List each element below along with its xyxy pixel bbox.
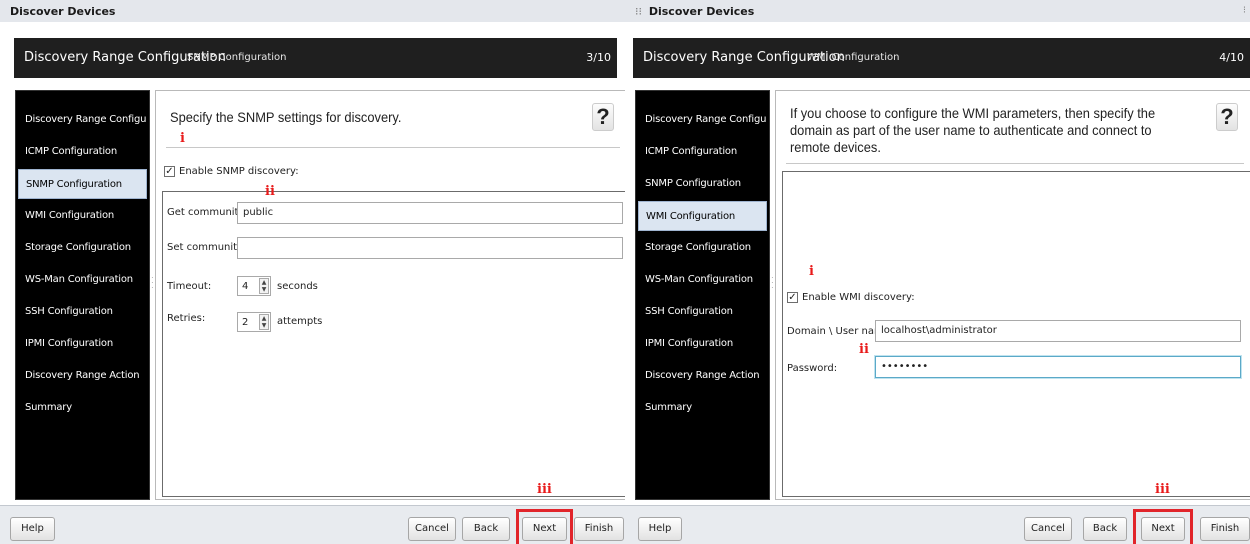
- password-label: Password:: [787, 363, 838, 374]
- title-divider: [786, 163, 1244, 164]
- nav-item-snmp-configuration[interactable]: SNMP Configuration: [638, 169, 767, 199]
- wmi-wizard-panel: ⁝⁝ Discover Devices ⁝ Discovery Range Co…: [625, 0, 1250, 544]
- drag-grip-icon[interactable]: ⁝⁝: [635, 5, 642, 18]
- enable-wmi-label: Enable WMI discovery:: [802, 292, 915, 303]
- back-button[interactable]: Back: [462, 517, 510, 541]
- annotation-marker-iii: iii: [1155, 482, 1170, 497]
- snmp-content-area: Specify the SNMP settings for discovery.…: [155, 90, 625, 500]
- set-community-label: Set community:: [167, 242, 246, 253]
- content-title: If you choose to configure the WMI param…: [790, 105, 1156, 155]
- enable-wmi-row[interactable]: ✓ Enable WMI discovery:: [787, 292, 915, 303]
- annotation-marker-iii: iii: [537, 482, 552, 497]
- nav-item-ipmi-configuration[interactable]: IPMI Configuration: [638, 329, 767, 359]
- nav-item-ipmi-configuration[interactable]: IPMI Configuration: [18, 329, 147, 359]
- set-community-input[interactable]: [237, 237, 623, 259]
- enable-snmp-checkbox[interactable]: ✓: [164, 166, 175, 177]
- wizard-header: Discovery Range Configuration SNMP Confi…: [14, 38, 617, 78]
- cancel-button[interactable]: Cancel: [408, 517, 456, 541]
- next-button-highlight: [1133, 509, 1193, 544]
- timeout-spinner[interactable]: 4 ▲ ▼: [237, 276, 271, 296]
- nav-item-storage-configuration[interactable]: Storage Configuration: [638, 233, 767, 263]
- timeout-value: 4: [242, 281, 249, 292]
- nav-item-icmp-configuration[interactable]: ICMP Configuration: [638, 137, 767, 167]
- nav-item-discovery-range-configuration[interactable]: Discovery Range Configuration: [638, 105, 767, 135]
- step-indicator: 3/10: [586, 51, 611, 64]
- step-indicator: 4/10: [1219, 51, 1244, 64]
- finish-button[interactable]: Finish: [574, 517, 624, 541]
- help-button[interactable]: Help: [10, 517, 55, 541]
- nav-item-ssh-configuration[interactable]: SSH Configuration: [638, 297, 767, 327]
- header-subtitle: WMI Configuration: [807, 52, 900, 63]
- wmi-content-area: If you choose to configure the WMI param…: [775, 90, 1250, 500]
- nav-item-summary[interactable]: Summary: [18, 393, 147, 423]
- nav-item-wmi-configuration[interactable]: WMI Configuration: [18, 201, 147, 231]
- help-question-icon[interactable]: ?: [1216, 103, 1238, 131]
- get-community-input[interactable]: public: [237, 202, 623, 224]
- timeout-label: Timeout:: [167, 281, 212, 292]
- enable-snmp-row[interactable]: ✓ Enable SNMP discovery:: [164, 166, 299, 177]
- retries-spinner[interactable]: 2 ▲ ▼: [237, 312, 271, 332]
- spinner-arrows-icon[interactable]: ▲ ▼: [259, 314, 269, 330]
- wizard-nav: Discovery Range Configuration ICMP Confi…: [15, 90, 150, 500]
- timeout-unit: seconds: [277, 281, 318, 292]
- wizard-header: Discovery Range Configuration WMI Config…: [633, 38, 1250, 78]
- retries-value: 2: [242, 317, 249, 328]
- spinner-arrows-icon[interactable]: ▲ ▼: [259, 278, 269, 294]
- wizard-footer: Help Cancel Back Next Finish iii: [0, 482, 625, 544]
- username-input[interactable]: localhost\administrator: [875, 320, 1241, 342]
- window-title-bar: ⁝⁝ Discover Devices ⁝: [625, 0, 1250, 22]
- wizard-footer: Help Cancel Back Next Finish iii: [625, 482, 1250, 544]
- nav-item-summary[interactable]: Summary: [638, 393, 767, 423]
- content-title: Specify the SNMP settings for discovery.: [170, 109, 402, 125]
- annotation-marker-i: i: [809, 264, 814, 279]
- enable-snmp-label: Enable SNMP discovery:: [179, 166, 299, 177]
- drag-grip-icon[interactable]: ⁝: [1243, 5, 1246, 16]
- password-input[interactable]: ••••••••: [875, 356, 1241, 378]
- wmi-settings-box: i ✓ Enable WMI discovery: Domain \ User …: [782, 171, 1250, 497]
- nav-item-ssh-configuration[interactable]: SSH Configuration: [18, 297, 147, 327]
- nav-item-wsman-configuration[interactable]: WS-Man Configuration: [18, 265, 147, 295]
- nav-item-discovery-range-action[interactable]: Discovery Range Action: [18, 361, 147, 391]
- retries-label: Retries:: [167, 313, 206, 324]
- get-community-label: Get community:: [167, 207, 248, 218]
- nav-item-discovery-range-configuration[interactable]: Discovery Range Configuration: [18, 105, 147, 135]
- enable-wmi-checkbox[interactable]: ✓: [787, 292, 798, 303]
- nav-item-snmp-configuration[interactable]: SNMP Configuration: [18, 169, 147, 199]
- wizard-nav: Discovery Range Configuration ICMP Confi…: [635, 90, 770, 500]
- snmp-settings-box: ii Get community: public Set community: …: [162, 184, 625, 497]
- annotation-marker-ii: ii: [265, 184, 275, 199]
- back-button[interactable]: Back: [1083, 517, 1127, 541]
- window-title: Discover Devices: [648, 5, 755, 18]
- nav-item-discovery-range-action[interactable]: Discovery Range Action: [638, 361, 767, 391]
- title-divider: [166, 147, 620, 148]
- annotation-marker-i: i: [180, 131, 185, 146]
- finish-button[interactable]: Finish: [1200, 517, 1250, 541]
- snmp-wizard-panel: Discover Devices Discovery Range Configu…: [0, 0, 625, 544]
- window-title-bar: Discover Devices: [0, 0, 625, 22]
- help-question-icon[interactable]: ?: [592, 103, 614, 131]
- header-subtitle: SNMP Configuration: [187, 52, 287, 63]
- nav-item-icmp-configuration[interactable]: ICMP Configuration: [18, 137, 147, 167]
- help-button[interactable]: Help: [638, 517, 682, 541]
- nav-item-wsman-configuration[interactable]: WS-Man Configuration: [638, 265, 767, 295]
- annotation-marker-ii: ii: [859, 342, 869, 357]
- retries-unit: attempts: [277, 316, 323, 327]
- nav-item-storage-configuration[interactable]: Storage Configuration: [18, 233, 147, 263]
- cancel-button[interactable]: Cancel: [1024, 517, 1072, 541]
- window-title: Discover Devices: [10, 5, 116, 18]
- nav-item-wmi-configuration[interactable]: WMI Configuration: [638, 201, 767, 231]
- next-button-highlight: [516, 509, 573, 544]
